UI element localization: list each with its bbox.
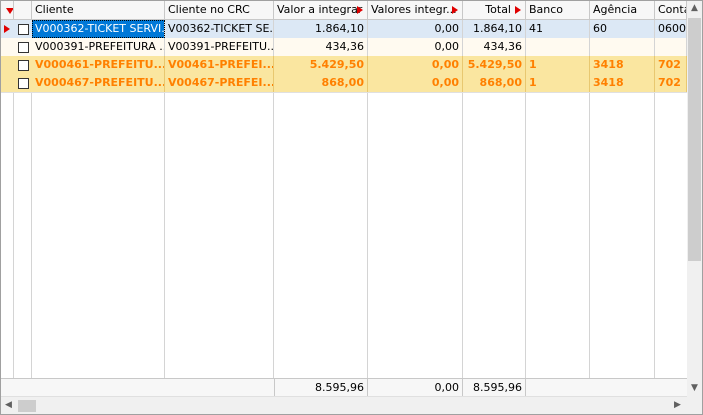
sort-arrow-icon	[357, 6, 363, 14]
column-label: Conta	[658, 3, 686, 16]
table-row[interactable]: V000461-PREFEITU... V00461-PREFEI... 5.4…	[1, 56, 687, 75]
cell-banco[interactable]: 1	[526, 56, 590, 74]
cell-cliente-crc[interactable]: V00362-TICKET SE...	[165, 20, 274, 38]
vertical-scroll-thumb[interactable]	[688, 18, 701, 261]
row-checkbox[interactable]	[18, 78, 29, 89]
row-checkbox[interactable]	[18, 42, 29, 53]
cell-total[interactable]: 1.864,10	[463, 20, 526, 38]
footer-total-total: 8.595,96	[463, 379, 526, 396]
column-label: Valores integr...	[371, 3, 457, 16]
cell-cliente[interactable]: V000467-PREFEITU...	[32, 74, 165, 92]
header-checkbox-column[interactable]	[14, 1, 32, 19]
horizontal-scroll-thumb[interactable]	[18, 400, 36, 412]
cell-cliente-crc[interactable]: V00391-PREFEITU...	[165, 38, 274, 56]
cell-valores-integ[interactable]: 0,00	[368, 38, 463, 56]
column-label: Valor a integrar	[277, 3, 363, 16]
footer-total-valores-integ: 0,00	[368, 379, 463, 396]
sort-arrow-icon	[515, 6, 521, 14]
cell-cliente[interactable]: V000391-PREFEITURA ...	[32, 38, 165, 56]
column-header-valores-integ[interactable]: Valores integr...	[368, 1, 463, 19]
row-checkbox[interactable]	[18, 24, 29, 35]
data-grid: Cliente Cliente no CRC Valor a integrar …	[0, 0, 703, 415]
scroll-right-icon[interactable]: ▶	[670, 398, 685, 414]
cell-valor-integrar[interactable]: 434,36	[274, 38, 368, 56]
cell-valores-integ[interactable]: 0,00	[368, 20, 463, 38]
column-header-cliente[interactable]: Cliente	[32, 1, 165, 19]
column-header-valor-integrar[interactable]: Valor a integrar	[274, 1, 368, 19]
vertical-scrollbar[interactable]: ▲ ▼	[687, 1, 702, 396]
cell-banco[interactable]: 41	[526, 20, 590, 38]
column-label: Total	[485, 3, 511, 16]
table-row[interactable]: V000362-TICKET SERVI... V00362-TICKET SE…	[1, 20, 687, 39]
cell-valores-integ[interactable]: 0,00	[368, 74, 463, 92]
column-header-agencia[interactable]: Agência	[590, 1, 655, 19]
cell-banco[interactable]: 1	[526, 74, 590, 92]
scroll-down-icon[interactable]: ▼	[687, 381, 702, 396]
cell-cliente-crc[interactable]: V00461-PREFEI...	[165, 56, 274, 74]
scroll-up-icon[interactable]: ▲	[687, 1, 702, 16]
column-header-total[interactable]: Total	[463, 1, 526, 19]
cell-conta[interactable]: 702	[655, 74, 687, 92]
column-label: Cliente	[35, 3, 74, 16]
column-header-cliente-crc[interactable]: Cliente no CRC	[165, 1, 274, 19]
cell-valor-integrar[interactable]: 868,00	[274, 74, 368, 92]
dropdown-arrow-icon	[6, 8, 13, 14]
scrollbar-corner	[687, 396, 702, 414]
current-row-arrow-icon	[4, 25, 10, 33]
cell-valores-integ[interactable]: 0,00	[368, 56, 463, 74]
cell-cliente[interactable]: V000461-PREFEITU...	[32, 56, 165, 74]
cell-total[interactable]: 434,36	[463, 38, 526, 56]
cell-agencia[interactable]: 3418	[590, 56, 655, 74]
column-label: Agência	[593, 3, 638, 16]
cell-agencia[interactable]: 60	[590, 20, 655, 38]
grid-footer-totals: 8.595,96 0,00 8.595,96	[1, 378, 687, 397]
cell-banco[interactable]	[526, 38, 590, 56]
grid-header: Cliente Cliente no CRC Valor a integrar …	[1, 1, 687, 20]
column-header-conta[interactable]: Conta	[655, 1, 687, 19]
cell-total[interactable]: 5.429,50	[463, 56, 526, 74]
column-label: Banco	[529, 3, 564, 16]
cell-cliente-crc[interactable]: V00467-PREFEI...	[165, 74, 274, 92]
cell-conta[interactable]	[655, 38, 687, 56]
table-row[interactable]: V000391-PREFEITURA ... V00391-PREFEITU..…	[1, 38, 687, 57]
sort-arrow-icon	[452, 6, 458, 14]
cell-conta[interactable]: 702	[655, 56, 687, 74]
cell-conta[interactable]: 06006	[655, 20, 687, 38]
horizontal-scrollbar[interactable]: ◀ ▶	[1, 396, 687, 414]
column-label: Cliente no CRC	[168, 3, 250, 16]
cell-valor-integrar[interactable]: 5.429,50	[274, 56, 368, 74]
scroll-left-icon[interactable]: ◀	[1, 398, 16, 414]
cell-valor-integrar[interactable]: 1.864,10	[274, 20, 368, 38]
column-header-banco[interactable]: Banco	[526, 1, 590, 19]
cell-total[interactable]: 868,00	[463, 74, 526, 92]
footer-total-valor-integrar: 8.595,96	[274, 379, 368, 396]
cell-agencia[interactable]: 3418	[590, 74, 655, 92]
cell-agencia[interactable]	[590, 38, 655, 56]
header-indicator[interactable]	[1, 1, 14, 19]
row-checkbox[interactable]	[18, 60, 29, 71]
cell-cliente[interactable]: V000362-TICKET SERVI...	[32, 20, 165, 38]
table-row[interactable]: V000467-PREFEITU... V00467-PREFEI... 868…	[1, 74, 687, 93]
